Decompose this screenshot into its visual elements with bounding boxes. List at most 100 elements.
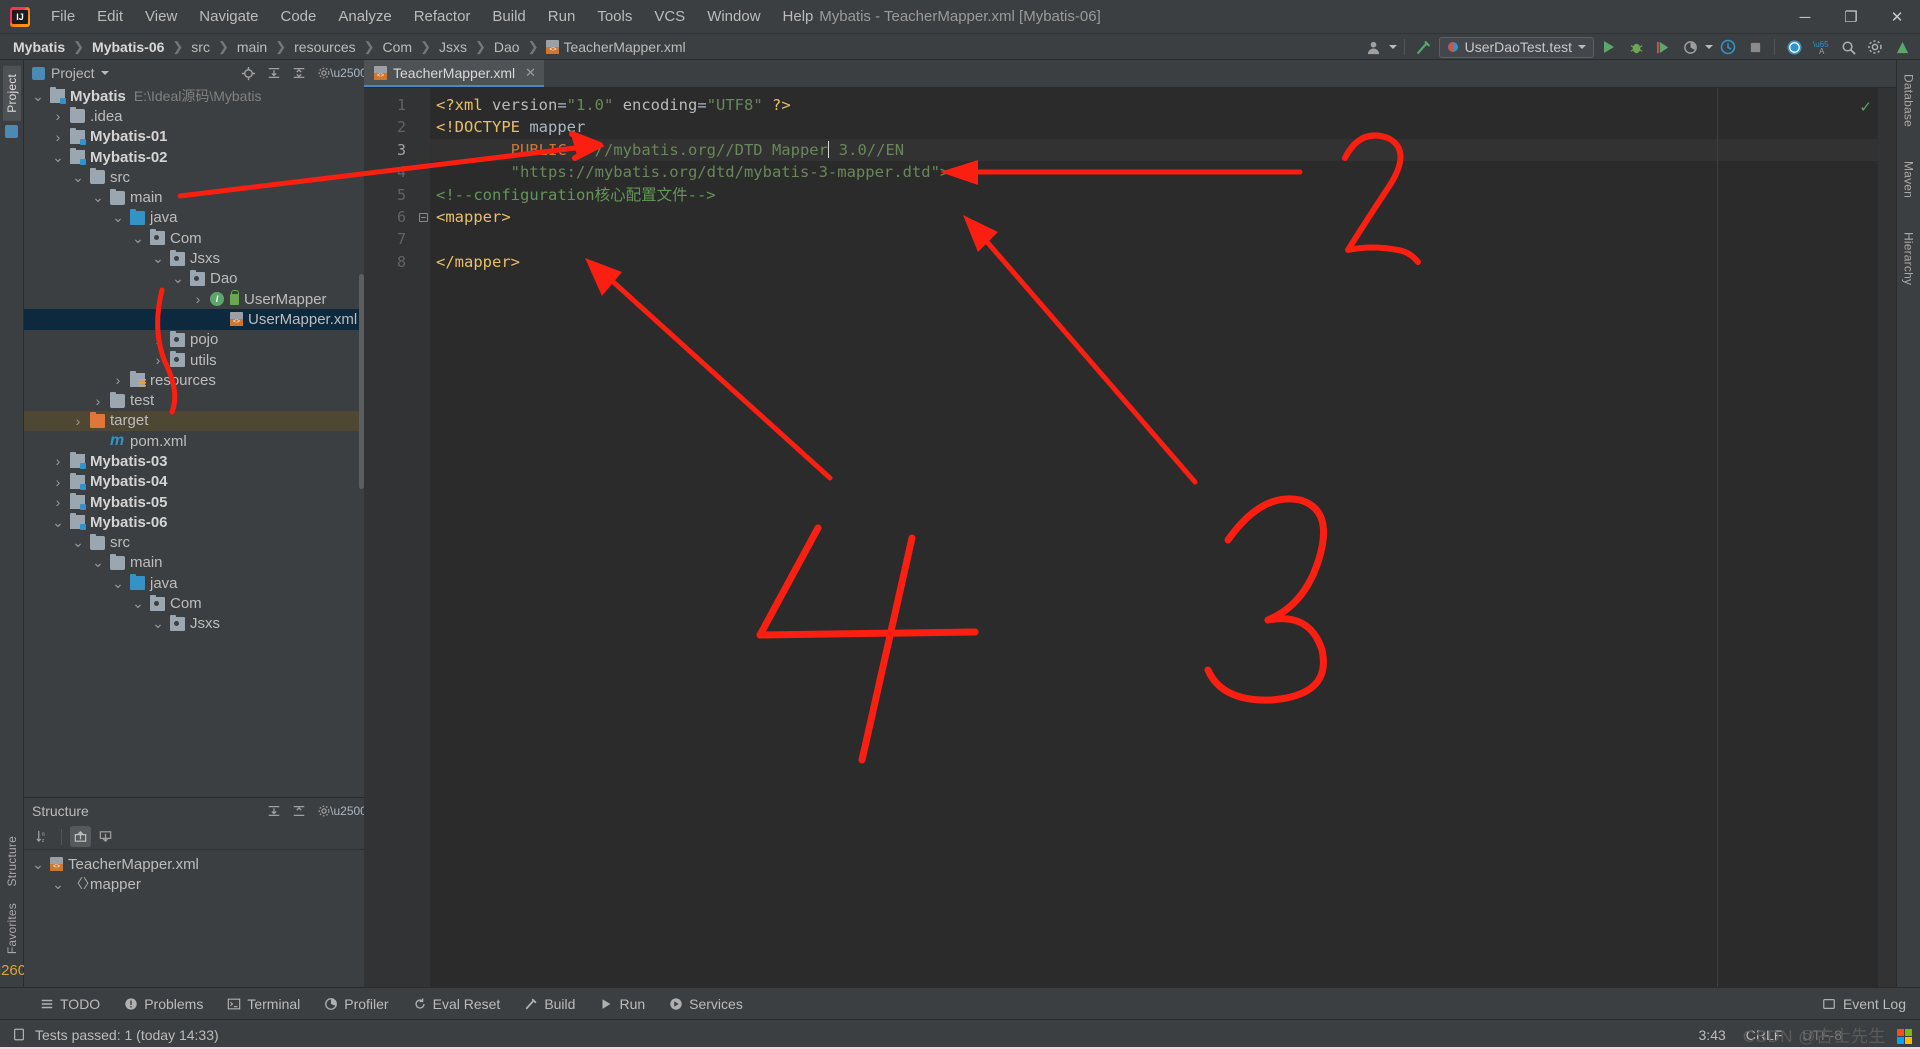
code-line[interactable]: <?xml version="1.0" encoding="UTF8" ?> [430, 94, 1896, 116]
chevron-down-icon[interactable]: ⌄ [132, 230, 144, 247]
close-button[interactable]: ✕ [1874, 0, 1920, 34]
settings-gear-icon[interactable] [1863, 36, 1887, 58]
menu-item-tools[interactable]: Tools [586, 4, 643, 29]
tree-row-resources[interactable]: › resources [24, 370, 364, 390]
chevron-right-icon[interactable]: › [52, 494, 64, 510]
run-with-coverage-button[interactable] [1651, 36, 1675, 58]
tree-row-src[interactable]: ⌄ src [24, 533, 364, 553]
menu-item-build[interactable]: Build [481, 4, 536, 29]
search-everywhere-icon[interactable] [1782, 36, 1806, 58]
editor-tab-teachermapper[interactable]: TeacherMapper.xml ✕ [364, 60, 545, 87]
tree-row-mybatis[interactable]: ⌄ Mybatis E:\Ideal源码\Mybatis [24, 86, 364, 106]
tree-row-mapper[interactable]: ⌄ mapper [24, 874, 364, 894]
tool-window-button-todo[interactable]: TODO [28, 993, 112, 1015]
caret-position[interactable]: 3:43 [1699, 1027, 1726, 1043]
tree-row-src[interactable]: ⌄ src [24, 167, 364, 187]
tree-row-java[interactable]: ⌄ java [24, 573, 364, 593]
chevron-down-icon[interactable]: ⌄ [112, 209, 124, 226]
tree-row-pom-xml[interactable]: pom.xml [24, 431, 364, 451]
tree-row-mybatis-03[interactable]: › Mybatis-03 [24, 451, 364, 471]
breadcrumb-item-com[interactable]: Com [380, 38, 416, 56]
build-hammer-icon[interactable] [1412, 36, 1436, 58]
chevron-down-icon[interactable]: ⌄ [152, 250, 164, 267]
chevron-right-icon[interactable]: › [72, 413, 84, 429]
tree-row-main[interactable]: ⌄ main [24, 553, 364, 573]
breadcrumb-item-mybatis-06[interactable]: Mybatis-06 [89, 38, 167, 56]
tool-window-button-services[interactable]: Services [657, 993, 755, 1015]
profiler-button[interactable] [1678, 36, 1702, 58]
tree-row-mybatis-02[interactable]: ⌄ Mybatis-02 [24, 147, 364, 167]
tree-row-dao[interactable]: ⌄ Dao [24, 269, 364, 289]
menu-item-code[interactable]: Code [269, 4, 327, 29]
menu-item-analyze[interactable]: Analyze [327, 4, 402, 29]
expand-all-icon[interactable] [264, 64, 283, 83]
tool-window-button-structure[interactable]: Structure [3, 828, 21, 895]
event-log-button[interactable]: Event Log [1822, 996, 1906, 1012]
attach-process-icon[interactable] [1716, 36, 1740, 58]
inspection-status-icon[interactable]: ✓ [1859, 98, 1872, 116]
chevron-right-icon[interactable]: › [52, 453, 64, 469]
tree-row-usermapper-xml[interactable]: UserMapper.xml [24, 309, 364, 330]
breadcrumb-item-file[interactable]: TeacherMapper.xml [543, 38, 688, 56]
chevron-down-icon[interactable]: ⌄ [32, 88, 44, 105]
tool-window-button-hierarchy[interactable]: Hierarchy [1900, 224, 1918, 293]
breadcrumb-item-main[interactable]: main [234, 38, 270, 56]
tool-window-button-maven[interactable]: Maven [1900, 153, 1918, 206]
chevron-right-icon[interactable]: › [52, 108, 64, 124]
code-line[interactable]: </mapper> [430, 251, 1896, 273]
hide-panel-icon[interactable]: \u2500 [330, 64, 367, 83]
chevron-right-icon[interactable]: › [152, 332, 164, 348]
tree-row-utils[interactable]: › utils [24, 350, 364, 370]
structure-tree[interactable]: ⌄TeacherMapper.xml⌄mapper [24, 850, 364, 987]
chevron-down-icon[interactable]: ⌄ [172, 270, 184, 287]
run-configuration-selector[interactable]: UserDaoTest.test [1438, 36, 1594, 58]
chevron-right-icon[interactable]: › [192, 291, 204, 307]
code-line[interactable]: <!DOCTYPE mapper [430, 116, 1896, 138]
chevron-right-icon[interactable]: › [152, 352, 164, 368]
collapse-all-icon[interactable] [289, 802, 308, 821]
chevron-down-icon[interactable]: ⌄ [52, 514, 64, 531]
scroll-to-source-icon[interactable] [95, 826, 116, 847]
locate-icon[interactable] [239, 64, 258, 83]
tree-row-java[interactable]: ⌄ java [24, 208, 364, 228]
tool-window-bar-bottom[interactable]: Event Log TODO Problems Terminal Profiler Ev… [0, 987, 1920, 1019]
maximize-button[interactable]: ❐ [1828, 0, 1874, 34]
tool-window-button-profiler[interactable]: Profiler [312, 993, 400, 1015]
line-separator[interactable]: CRLF [1746, 1027, 1783, 1043]
chevron-down-icon[interactable]: ⌄ [32, 856, 44, 873]
tree-row-mybatis-05[interactable]: › Mybatis-05 [24, 492, 364, 512]
breadcrumb[interactable]: Mybatis ❯ Mybatis-06 ❯ src ❯ main ❯ resources ❯ Co… [10, 38, 689, 56]
hide-panel-icon[interactable]: \u2500 [330, 802, 367, 821]
code-line[interactable]: <mapper> [430, 206, 1896, 228]
tree-row-com[interactable]: ⌄ Com [24, 593, 364, 613]
menu-item-navigate[interactable]: Navigate [188, 4, 269, 29]
code-line[interactable]: "https://mybatis.org/dtd/mybatis-3-mappe… [430, 161, 1896, 183]
chevron-down-icon[interactable]: ⌄ [72, 534, 84, 551]
expand-all-icon[interactable] [264, 802, 283, 821]
scroll-from-source-icon[interactable] [70, 826, 91, 847]
tree-row-mybatis-01[interactable]: › Mybatis-01 [24, 127, 364, 147]
tree-row-usermapper[interactable]: › I UserMapper [24, 289, 364, 309]
minimize-button[interactable]: ─ [1782, 0, 1828, 34]
code-folding-gutter[interactable] [416, 88, 430, 987]
tree-row-pojo[interactable]: › pojo [24, 330, 364, 350]
menu-item-run[interactable]: Run [537, 4, 587, 29]
chevron-down-icon[interactable]: ⌄ [132, 595, 144, 612]
collapse-icon[interactable] [418, 212, 428, 222]
tool-window-button-favorites[interactable]: Favorites [3, 895, 21, 962]
close-icon[interactable]: ✕ [525, 65, 536, 81]
tree-row-target[interactable]: › target [24, 410, 364, 432]
breadcrumb-item-dao[interactable]: Dao [491, 38, 523, 56]
tool-window-button-project[interactable]: Project [2, 66, 21, 121]
chevron-down-icon[interactable]: ⌄ [112, 575, 124, 592]
tree-row--idea[interactable]: › .idea [24, 106, 364, 126]
debug-button[interactable] [1624, 36, 1648, 58]
tree-row-main[interactable]: ⌄ main [24, 187, 364, 207]
fold-region-toggle[interactable] [416, 206, 430, 228]
stop-button[interactable] [1743, 36, 1767, 58]
main-menu[interactable]: File Edit View Navigate Code Analyze Refactor B… [40, 4, 824, 29]
editor-error-stripe[interactable] [1878, 88, 1896, 987]
menu-item-edit[interactable]: Edit [86, 4, 134, 29]
run-button[interactable] [1597, 36, 1621, 58]
search-icon[interactable] [1836, 36, 1860, 58]
